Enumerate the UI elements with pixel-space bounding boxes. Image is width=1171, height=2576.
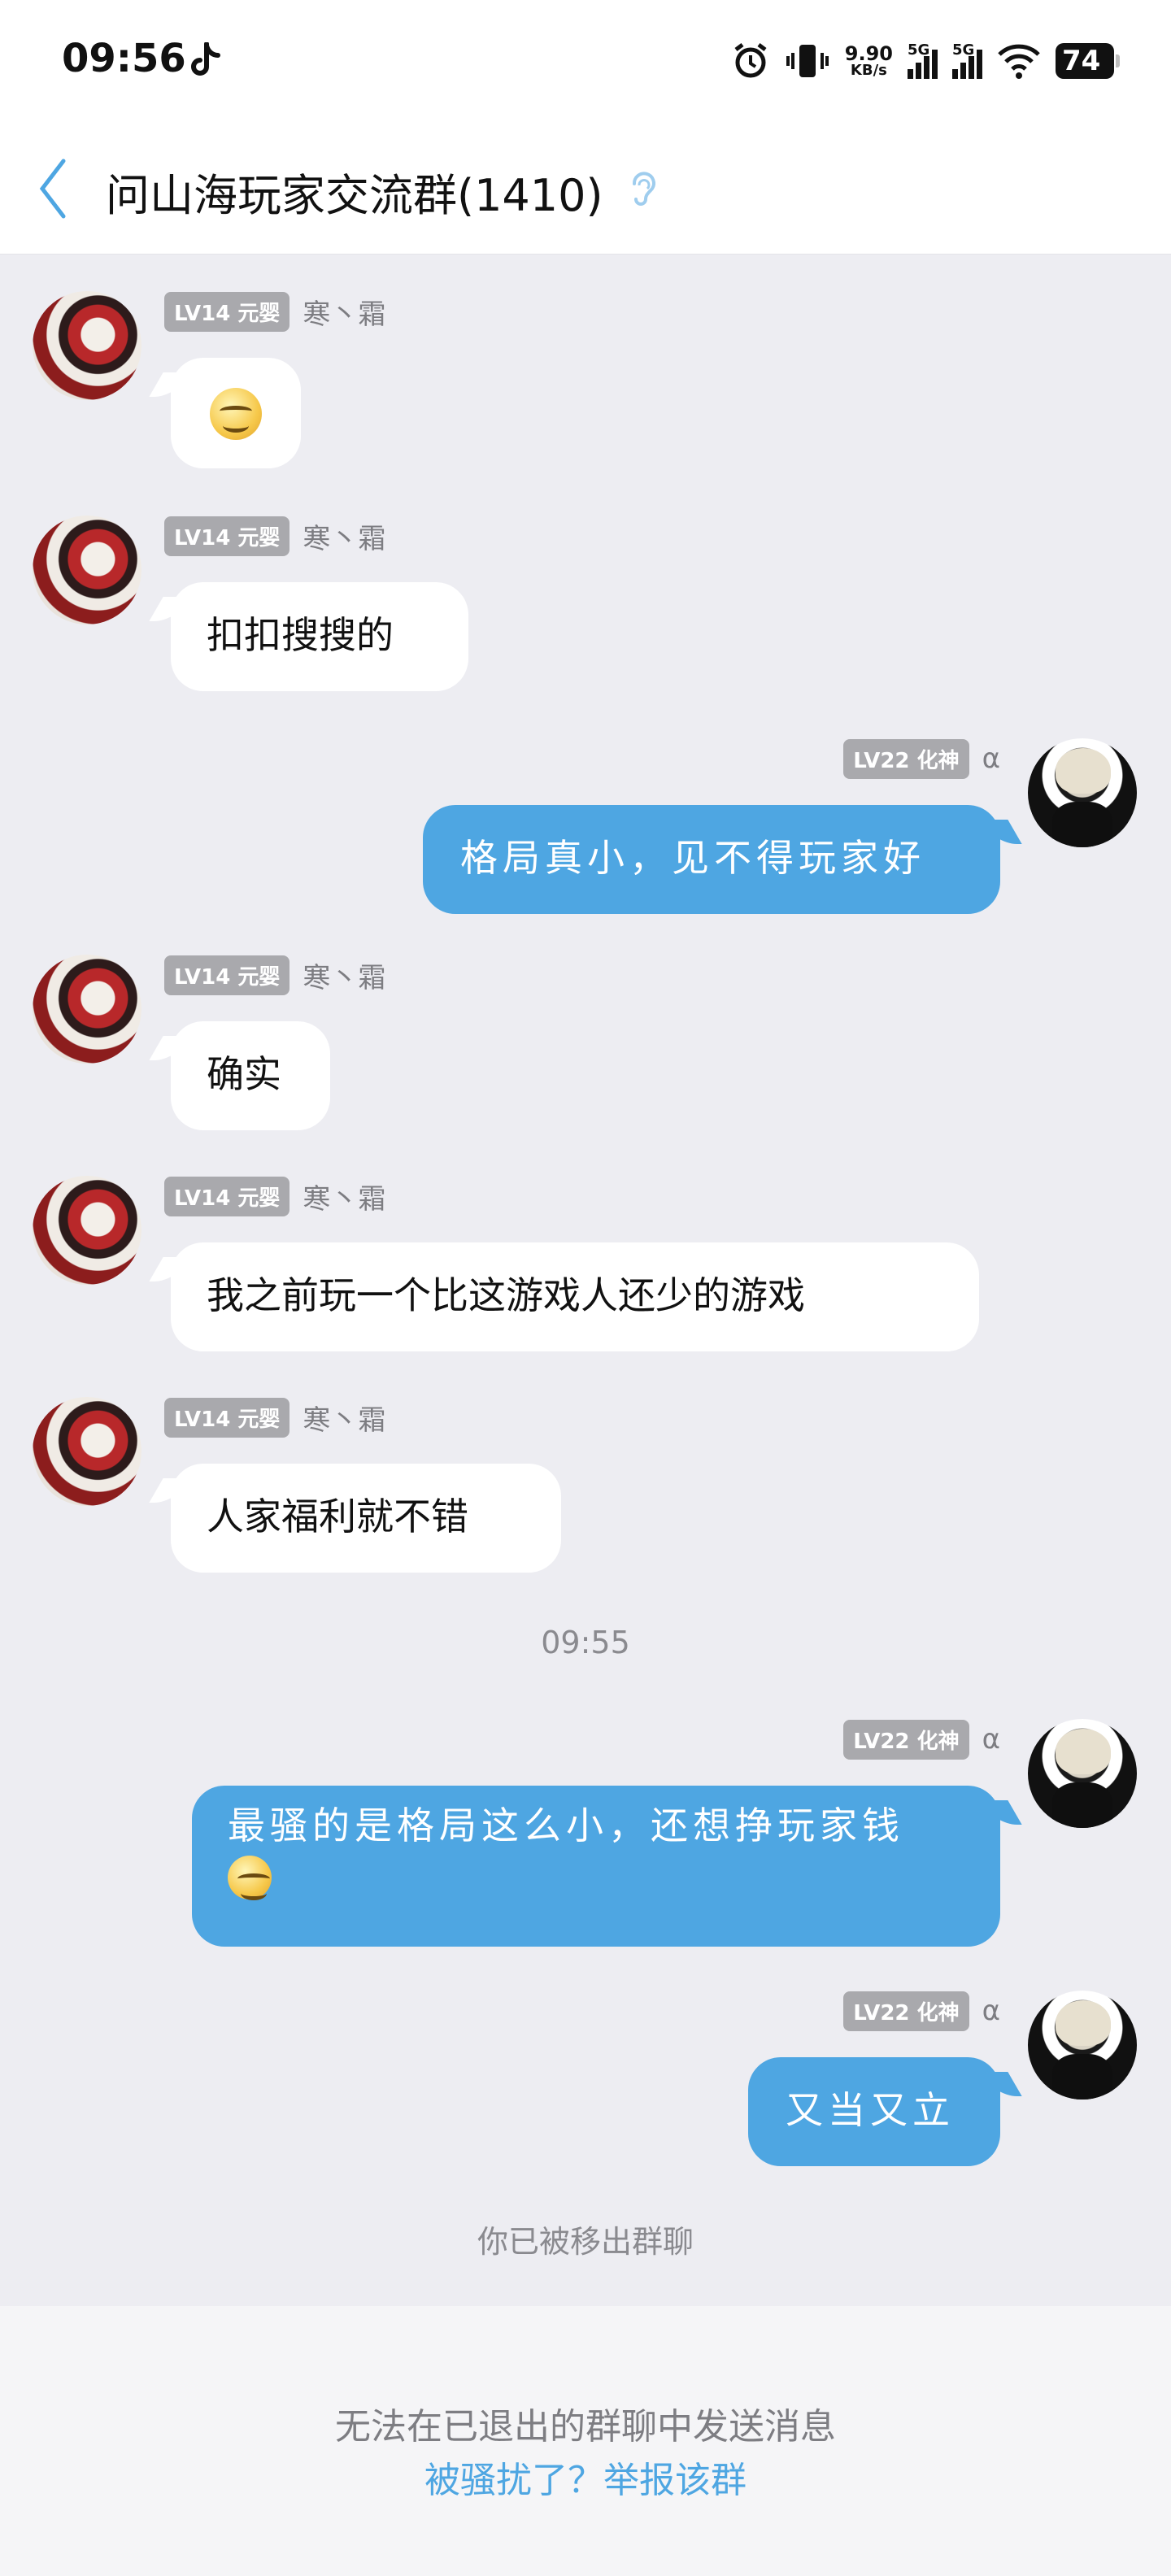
message-bubble[interactable]	[171, 358, 301, 468]
level-badge: LV14 元婴	[164, 1397, 290, 1438]
message-bubble[interactable]: 又当又立	[748, 2057, 1000, 2166]
sender-meta: LV14 元婴 寒丶霜	[164, 1397, 385, 1438]
alarm-icon	[734, 43, 767, 78]
message-bubble[interactable]: 扣扣搜搜的	[171, 582, 468, 691]
message-bubble[interactable]: 格局真小，见不得玩家好	[423, 805, 1000, 914]
status-icons: 9.90 KB/s 5G 5G 74	[731, 33, 1120, 89]
sender-name[interactable]: 寒丶霜	[303, 292, 385, 332]
sender-name[interactable]: 寒丶霜	[303, 516, 385, 556]
status-time: 09:56	[62, 36, 186, 81]
sender-meta: LV14 元婴 寒丶霜	[164, 516, 385, 556]
cannot-send-notice: 无法在已退出的群聊中发送消息	[335, 2406, 836, 2448]
chat-area[interactable]: LV14 元婴 寒丶霜 LV14 元婴 寒丶霜 扣扣搜搜的 LV22 化神 α …	[0, 254, 1171, 2306]
level-badge: LV22 化神	[843, 738, 969, 779]
level-badge: LV14 元婴	[164, 516, 290, 556]
level-badge: LV14 元婴	[164, 291, 290, 332]
sender-name[interactable]: α	[982, 742, 1000, 775]
message-timestamp: 09:55	[541, 1625, 630, 1660]
sender-meta: LV22 化神 α	[843, 1719, 1000, 1760]
sender-meta: LV14 元婴 寒丶霜	[164, 1176, 385, 1216]
message-bubble[interactable]: 最骚的是格局这么小，还想挣玩家钱	[192, 1786, 1000, 1947]
battery-icon: 74	[1056, 43, 1120, 79]
net-speed: 9.90 KB/s	[844, 42, 893, 79]
footer-notice: 无法在已退出的群聊中发送消息 被骚扰了？举报该群	[0, 2306, 1171, 2576]
sender-meta: LV14 元婴 寒丶霜	[164, 955, 385, 995]
sender-meta: LV22 化神 α	[843, 1991, 1000, 2031]
signal-icon: 5G	[908, 41, 938, 79]
smirk-emoji-icon	[210, 387, 262, 440]
ear-icon[interactable]	[626, 168, 660, 213]
message-bubble[interactable]: 人家福利就不错	[171, 1464, 561, 1573]
avatar[interactable]	[1028, 1991, 1137, 2100]
avatar[interactable]	[33, 955, 141, 1064]
wifi-icon	[998, 44, 1040, 79]
level-badge: LV22 化神	[843, 1991, 969, 2031]
group-title[interactable]: 问山海玩家交流群(1410)	[106, 159, 603, 224]
avatar[interactable]	[33, 516, 141, 624]
sender-name[interactable]: 寒丶霜	[303, 1177, 385, 1216]
sender-name[interactable]: 寒丶霜	[303, 955, 385, 995]
message-text: 最骚的是格局这么小，还想挣玩家钱	[228, 1804, 904, 1847]
report-group-link[interactable]: 被骚扰了？举报该群	[0, 2451, 1171, 2503]
system-note: 你已被移出群聊	[477, 2224, 694, 2260]
sender-name[interactable]: α	[982, 1723, 1000, 1756]
message-bubble[interactable]: 确实	[171, 1021, 330, 1130]
level-badge: LV14 元婴	[164, 955, 290, 995]
level-badge: LV14 元婴	[164, 1176, 290, 1216]
sender-meta: LV14 元婴 寒丶霜	[164, 291, 385, 332]
sender-name[interactable]: 寒丶霜	[303, 1398, 385, 1438]
avatar[interactable]	[1028, 738, 1137, 847]
vibrate-icon	[786, 45, 829, 77]
back-arrow-icon[interactable]	[36, 156, 68, 221]
sender-name[interactable]: α	[982, 1995, 1000, 2027]
tiktok-icon	[191, 42, 220, 76]
avatar[interactable]	[33, 1397, 141, 1506]
level-badge: LV22 化神	[843, 1719, 969, 1760]
avatar[interactable]	[33, 291, 141, 400]
sender-meta: LV22 化神 α	[843, 738, 1000, 779]
chat-header: 问山海玩家交流群(1410)	[0, 127, 1171, 255]
status-bar: 09:56 9.90 KB/s 5G 5G 74	[0, 0, 1171, 127]
message-bubble[interactable]: 我之前玩一个比这游戏人还少的游戏	[171, 1242, 979, 1351]
avatar[interactable]	[33, 1176, 141, 1285]
smirk-emoji-icon	[228, 1855, 272, 1900]
signal-icon: 5G	[952, 41, 982, 79]
avatar[interactable]	[1028, 1719, 1137, 1828]
